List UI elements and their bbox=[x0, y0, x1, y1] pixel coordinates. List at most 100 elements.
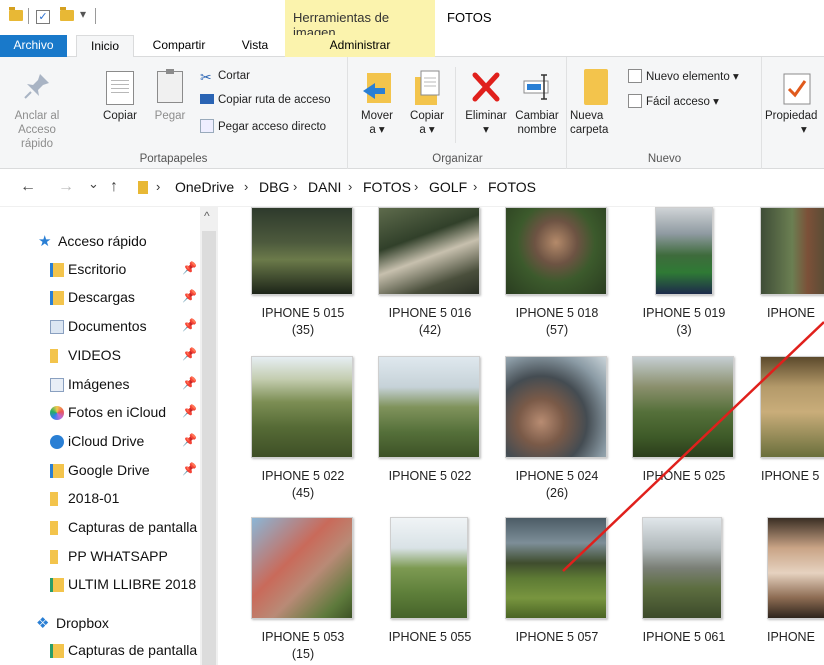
pin-icon[interactable]: 📌 bbox=[182, 318, 197, 332]
pin-icon[interactable]: 📌 bbox=[182, 462, 197, 476]
easy-access-label: Fácil acceso ▾ bbox=[646, 96, 719, 108]
new-folder-icon[interactable] bbox=[60, 7, 74, 21]
photo-thumbnail[interactable] bbox=[760, 356, 824, 458]
pin-icon[interactable]: 📌 bbox=[182, 261, 197, 275]
photo-thumbnail[interactable] bbox=[505, 517, 607, 619]
copy-to-button[interactable]: Copiar a ▾ bbox=[405, 69, 449, 137]
nav-documentos[interactable]: Documentos 📌 bbox=[50, 316, 198, 340]
file-name: IPHONE 5 019 bbox=[642, 306, 726, 320]
address-field[interactable]: › OneDrive › DBG › DANI › FOTOS › GOLF ›… bbox=[132, 174, 824, 202]
properties-button[interactable]: Propiedad ▾ bbox=[765, 69, 824, 137]
file-name: IPHONE 5 061 bbox=[642, 630, 726, 644]
tab-archivo[interactable]: Archivo bbox=[0, 35, 67, 57]
nav-pp-whatsapp[interactable]: PP WHATSAPP bbox=[50, 546, 198, 570]
file-item[interactable]: IPHONE bbox=[739, 305, 819, 322]
customize-qa-icon[interactable]: ▾ bbox=[80, 7, 86, 21]
video-thumbnail[interactable] bbox=[655, 207, 713, 295]
move-to-label-2: a ▾ bbox=[369, 124, 385, 136]
nav-fotos-icloud[interactable]: Fotos en iCloud 📌 bbox=[50, 402, 198, 426]
pin-icon[interactable]: 📌 bbox=[182, 433, 197, 447]
breadcrumb-item[interactable]: GOLF bbox=[429, 179, 467, 195]
nav-capturas[interactable]: Capturas de pantalla bbox=[50, 517, 198, 541]
pin-icon[interactable]: 📌 bbox=[182, 347, 197, 361]
scroll-up-arrow[interactable]: ^ bbox=[204, 209, 210, 223]
rename-button[interactable]: Cambiar nombre bbox=[511, 69, 563, 137]
photo-thumbnail[interactable] bbox=[251, 517, 353, 619]
copy-button[interactable]: Copiar bbox=[98, 71, 142, 123]
nav-escritorio[interactable]: Escritorio 📌 bbox=[50, 259, 198, 283]
copy-path-button[interactable]: Copiar ruta de acceso bbox=[200, 94, 331, 106]
cut-button[interactable]: ✂ Cortar bbox=[200, 69, 250, 85]
tab-compartir[interactable]: Compartir bbox=[140, 35, 218, 57]
back-button[interactable]: ← bbox=[20, 178, 36, 196]
breadcrumb-item[interactable]: DANI bbox=[308, 179, 341, 195]
breadcrumb-item[interactable]: OneDrive bbox=[175, 179, 234, 195]
nav-dropbox[interactable]: ❖ Dropbox bbox=[36, 613, 196, 637]
delete-button[interactable]: Eliminar ▾ bbox=[461, 69, 511, 137]
nav-imagenes[interactable]: Imágenes 📌 bbox=[50, 374, 198, 398]
qa-separator bbox=[28, 8, 29, 24]
move-to-button[interactable]: Mover a ▾ bbox=[355, 69, 399, 137]
pin-icon[interactable]: 📌 bbox=[182, 404, 197, 418]
easy-access-button[interactable]: Fácil acceso ▾ bbox=[628, 94, 719, 108]
nav-label: Google Drive bbox=[68, 462, 150, 478]
nav-quick-access[interactable]: ★ Acceso rápido bbox=[38, 231, 198, 255]
up-button[interactable]: ↑ bbox=[110, 178, 118, 196]
photo-thumbnail[interactable] bbox=[760, 207, 824, 295]
file-name: IPHONE 5 018 bbox=[515, 306, 599, 320]
file-item[interactable]: IPHONE 5 024 (26) bbox=[502, 468, 612, 502]
breadcrumb-item[interactable]: FOTOS bbox=[488, 179, 536, 195]
nav-descargas[interactable]: Descargas 📌 bbox=[50, 287, 198, 311]
file-item[interactable]: IPHONE 5 bbox=[739, 468, 819, 485]
nav-ultim-llibre[interactable]: ULTIM LLIBRE 2018 bbox=[50, 574, 198, 598]
photo-thumbnail[interactable] bbox=[251, 207, 353, 295]
pin-icon[interactable]: 📌 bbox=[182, 376, 197, 390]
file-item[interactable]: IPHONE bbox=[739, 629, 819, 646]
recent-locations-button[interactable]: ⌄ bbox=[88, 176, 99, 192]
breadcrumb-item[interactable]: DBG bbox=[259, 179, 289, 195]
photo-thumbnail[interactable] bbox=[251, 356, 353, 458]
breadcrumb-item[interactable]: FOTOS bbox=[363, 179, 411, 195]
photo-thumbnail[interactable] bbox=[378, 207, 480, 295]
file-item[interactable]: IPHONE 5 057 bbox=[502, 629, 612, 646]
tab-inicio[interactable]: Inicio bbox=[76, 35, 134, 58]
photo-thumbnail[interactable] bbox=[378, 356, 480, 458]
scroll-thumb[interactable] bbox=[202, 231, 216, 665]
file-item[interactable]: IPHONE 5 022 (45) bbox=[248, 468, 358, 502]
file-item[interactable]: IPHONE 5 022 bbox=[375, 468, 485, 485]
file-item[interactable]: IPHONE 5 053 (15) bbox=[248, 629, 358, 663]
tab-administrar[interactable]: Administrar bbox=[285, 35, 435, 57]
easy-access-icon bbox=[628, 94, 642, 108]
file-item[interactable]: IPHONE 5 019 (3) bbox=[629, 305, 739, 339]
photo-thumbnail[interactable] bbox=[632, 356, 734, 458]
nav-google-drive[interactable]: Google Drive 📌 bbox=[50, 460, 198, 484]
properties-check-icon[interactable]: ✓ bbox=[36, 10, 50, 24]
pin-label-2: Acceso rápido bbox=[18, 124, 56, 150]
new-item-button[interactable]: Nuevo elemento ▾ bbox=[628, 69, 739, 83]
paste-button[interactable]: Pegar bbox=[148, 69, 192, 123]
photo-thumbnail[interactable] bbox=[390, 517, 468, 619]
nav-2018-01[interactable]: 2018-01 bbox=[50, 488, 198, 512]
group-label-portapapeles: Portapapeles bbox=[139, 153, 208, 165]
nav-dropbox-capturas[interactable]: Capturas de pantalla bbox=[50, 640, 198, 664]
new-folder-button[interactable]: Nueva carpeta bbox=[570, 69, 622, 137]
file-item[interactable]: IPHONE 5 055 bbox=[375, 629, 485, 646]
nav-videos[interactable]: VIDEOS 📌 bbox=[50, 345, 198, 369]
photo-thumbnail[interactable] bbox=[767, 517, 824, 619]
nav-scrollbar[interactable]: ^ bbox=[200, 207, 218, 665]
forward-button[interactable]: → bbox=[58, 178, 74, 196]
photo-thumbnail[interactable] bbox=[642, 517, 722, 619]
pin-quick-access-button[interactable]: Anclar al Acceso rápido bbox=[6, 71, 68, 151]
file-item[interactable]: IPHONE 5 015 (35) bbox=[248, 305, 358, 339]
file-item[interactable]: IPHONE 5 025 bbox=[629, 468, 739, 485]
pin-icon[interactable]: 📌 bbox=[182, 289, 197, 303]
photo-thumbnail[interactable] bbox=[505, 207, 607, 295]
photo-thumbnail[interactable] bbox=[505, 356, 607, 458]
file-item[interactable]: IPHONE 5 018 (57) bbox=[502, 305, 612, 339]
nav-icloud-drive[interactable]: iCloud Drive 📌 bbox=[50, 431, 198, 455]
paste-shortcut-button[interactable]: Pegar acceso directo bbox=[200, 119, 326, 133]
rename-label-1: Cambiar bbox=[515, 110, 559, 122]
tab-vista[interactable]: Vista bbox=[226, 35, 284, 57]
file-item[interactable]: IPHONE 5 016 (42) bbox=[375, 305, 485, 339]
file-item[interactable]: IPHONE 5 061 bbox=[629, 629, 739, 646]
